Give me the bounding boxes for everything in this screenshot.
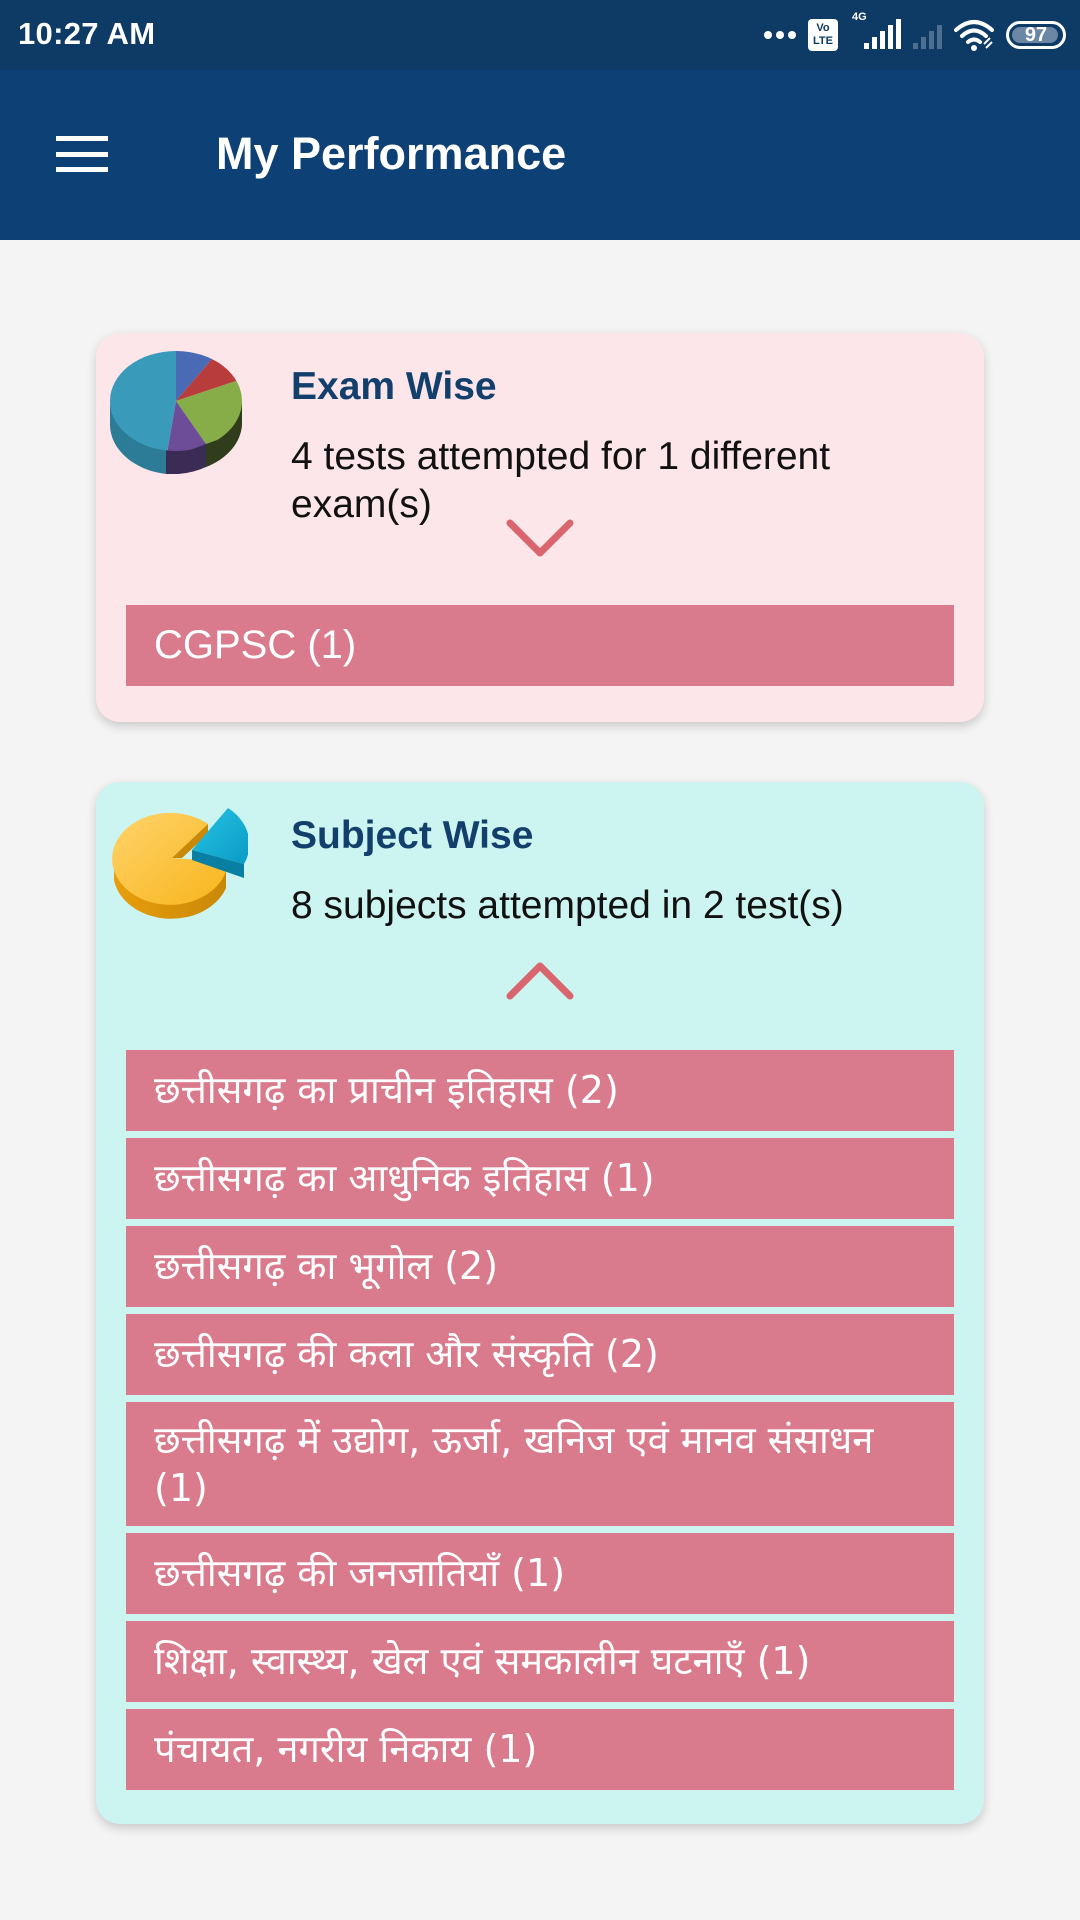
signal-no-service-icon bbox=[913, 21, 942, 49]
signal-4g-icon: 4G bbox=[850, 11, 901, 49]
subject-list-item[interactable]: छत्तीसगढ़ का प्राचीन इतिहास (2) bbox=[126, 1050, 954, 1131]
exam-wise-summary: 4 tests attempted for 1 different exam(s… bbox=[291, 435, 831, 526]
subject-list-item[interactable]: पंचायत, नगरीय निकाय (1) bbox=[126, 1709, 954, 1790]
subject-wise-card[interactable]: Subject Wise 8 subjects attempted in 2 t… bbox=[96, 782, 984, 1824]
multicolor-pie-chart-icon bbox=[110, 351, 242, 474]
chevron-up-icon[interactable] bbox=[506, 960, 574, 1000]
orange-pie-chart-icon bbox=[112, 808, 248, 919]
exam-list-item[interactable]: CGPSC (1) bbox=[126, 605, 954, 686]
more-dots-icon bbox=[764, 31, 796, 39]
battery-icon: 97 bbox=[1006, 21, 1066, 49]
status-time: 10:27 AM bbox=[18, 16, 156, 51]
exam-wise-title: Exam Wise bbox=[291, 365, 497, 408]
subject-list: छत्तीसगढ़ का प्राचीन इतिहास (2) छत्तीसगढ… bbox=[126, 1050, 954, 1797]
subject-wise-summary: 8 subjects attempted in 2 test(s) bbox=[291, 884, 844, 927]
wifi-icon bbox=[954, 20, 994, 51]
status-icons: Vo LTE 4G 97 bbox=[764, 11, 1066, 56]
battery-percent: 97 bbox=[1024, 23, 1048, 46]
exam-list: CGPSC (1) bbox=[126, 605, 954, 693]
exam-wise-card[interactable]: Exam Wise 4 tests attempted for 1 differ… bbox=[96, 333, 984, 722]
hamburger-menu-icon[interactable] bbox=[50, 130, 114, 178]
subject-list-item[interactable]: छत्तीसगढ़ में उद्योग, ऊर्जा, खनिज एवं मा… bbox=[126, 1402, 954, 1526]
page-title: My Performance bbox=[216, 128, 567, 179]
app-bar: My Performance bbox=[0, 70, 1080, 240]
status-bar: 10:27 AM Vo LTE 4G 97 bbox=[0, 0, 1080, 70]
subject-list-item[interactable]: शिक्षा, स्वास्थ्य, खेल एवं समकालीन घटनाए… bbox=[126, 1621, 954, 1702]
subject-list-item[interactable]: छत्तीसगढ़ का भूगोल (2) bbox=[126, 1226, 954, 1307]
subject-list-item[interactable]: छत्तीसगढ़ का आधुनिक इतिहास (1) bbox=[126, 1138, 954, 1219]
subject-list-item[interactable]: छत्तीसगढ़ की जनजातियाँ (1) bbox=[126, 1533, 954, 1614]
subject-list-item[interactable]: छत्तीसगढ़ की कला और संस्कृति (2) bbox=[126, 1314, 954, 1395]
subject-wise-title: Subject Wise bbox=[291, 814, 534, 857]
volte-icon: Vo LTE bbox=[808, 19, 838, 51]
chevron-down-icon[interactable] bbox=[506, 519, 574, 559]
network-type-label: 4G bbox=[852, 11, 867, 23]
